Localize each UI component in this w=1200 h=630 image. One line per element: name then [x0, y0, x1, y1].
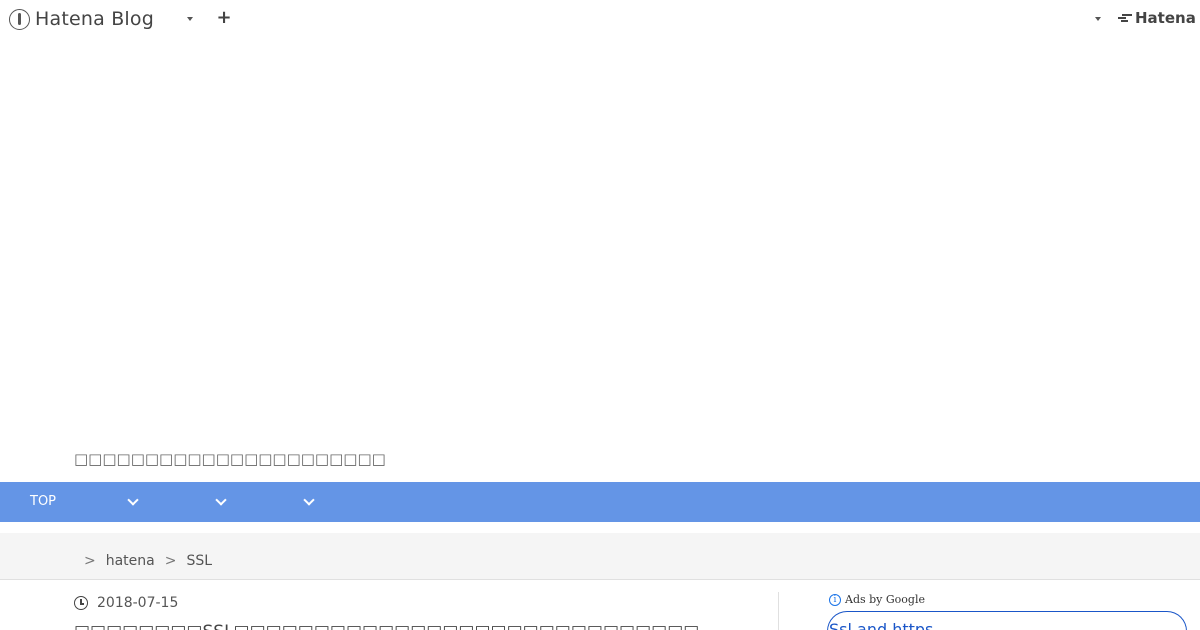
- article-title[interactable]: □□□□□□□□SSL□□□□□□□□□□□□□□□□□□□□□□□□□□□□□: [74, 622, 699, 630]
- hatena-logo[interactable]: Hatena: [1118, 9, 1196, 27]
- blog-description: □□□□□□□□□□□□□□□□□□□□□□: [74, 450, 386, 468]
- new-post-button[interactable]: +: [214, 8, 234, 28]
- column-divider: [778, 592, 779, 630]
- breadcrumb-separator: >: [164, 553, 177, 569]
- breadcrumb-separator: >: [84, 553, 96, 569]
- hatena-blog-mark-icon: [9, 8, 30, 30]
- article-date[interactable]: 2018-07-15: [97, 595, 178, 611]
- hatena-logo-text: Hatena: [1135, 9, 1196, 27]
- ads-by-google-label[interactable]: i Ads by Google: [829, 593, 925, 606]
- breadcrumb-bar: > hatena > SSL: [0, 533, 1200, 580]
- global-header: Hatena Blog + Hatena: [0, 0, 1200, 38]
- account-menu-dropdown[interactable]: [1090, 10, 1106, 28]
- article-date-row: 2018-07-15: [74, 595, 178, 611]
- nav-top-link[interactable]: TOP: [30, 494, 56, 509]
- chevron-down-icon[interactable]: [126, 496, 140, 508]
- caret-down-icon: [187, 17, 193, 21]
- breadcrumb-item-hatena[interactable]: hatena: [106, 553, 155, 569]
- blog-menu-dropdown[interactable]: [182, 10, 198, 28]
- ads-label-text: Ads by Google: [845, 593, 925, 606]
- brand-name: Hatena Blog: [35, 8, 154, 30]
- info-icon[interactable]: i: [829, 593, 841, 606]
- breadcrumb-item-ssl[interactable]: SSL: [186, 553, 212, 569]
- hatena-wing-icon: [1118, 13, 1132, 23]
- chevron-down-icon[interactable]: [302, 496, 316, 508]
- caret-down-icon: [1095, 17, 1101, 21]
- clock-icon: [74, 596, 88, 610]
- breadcrumb: > hatena > SSL: [84, 553, 212, 569]
- chevron-down-icon[interactable]: [214, 496, 228, 508]
- ad-link[interactable]: Ssl and https: [829, 620, 933, 630]
- hatena-blog-logo[interactable]: Hatena Blog: [9, 6, 154, 32]
- category-nav: TOP: [0, 482, 1200, 522]
